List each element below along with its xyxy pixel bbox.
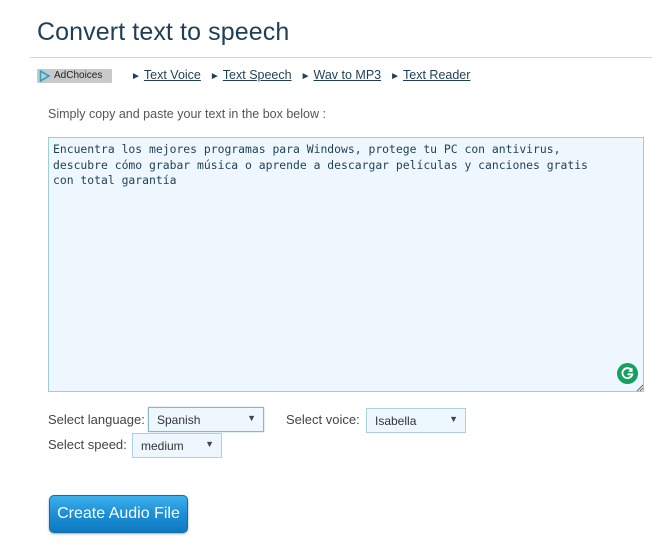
chevron-down-icon: ▼ — [449, 414, 458, 424]
instruction-text: Simply copy and paste your text in the b… — [48, 107, 326, 121]
adchoices-badge[interactable]: AdChoices — [37, 69, 112, 83]
link-label: Text Reader — [403, 68, 471, 82]
play-arrow-icon: ► — [390, 71, 401, 82]
link-text-speech[interactable]: ► Text Speech — [210, 68, 292, 82]
voice-value: Isabella — [375, 414, 417, 428]
voice-label: Select voice: — [286, 412, 360, 427]
play-arrow-icon: ► — [300, 71, 311, 82]
adchoices-icon — [39, 70, 50, 82]
language-label: Select language: — [48, 412, 145, 427]
language-value: Spanish — [157, 413, 201, 427]
play-arrow-icon: ► — [209, 71, 220, 82]
create-audio-file-button[interactable]: Create Audio File — [49, 495, 188, 533]
text-input[interactable] — [48, 137, 644, 392]
speed-select[interactable]: medium ▼ — [132, 433, 222, 458]
grammarly-icon — [621, 367, 634, 380]
chevron-down-icon: ▼ — [247, 413, 256, 423]
speed-label: Select speed: — [48, 437, 127, 452]
link-wav-to-mp3[interactable]: ► Wav to MP3 — [301, 68, 382, 82]
link-text-reader[interactable]: ► Text Reader — [390, 68, 470, 82]
link-label: Wav to MP3 — [313, 68, 382, 82]
link-text-voice[interactable]: ► Text Voice — [131, 68, 201, 82]
voice-select[interactable]: Isabella ▼ — [366, 408, 466, 433]
chevron-down-icon: ▼ — [205, 439, 214, 449]
page-title: Convert text to speech — [37, 18, 290, 46]
adchoices-label: AdChoices — [54, 70, 103, 81]
link-label: Text Speech — [222, 68, 292, 82]
resize-handle-icon[interactable] — [636, 384, 644, 392]
nav-links: ► Text Voice ► Text Speech ► Wav to MP3 ► Text … — [131, 68, 479, 82]
grammarly-button[interactable] — [617, 363, 638, 384]
play-arrow-icon: ► — [131, 71, 141, 82]
speed-value: medium — [141, 439, 184, 453]
link-label: Text Voice — [143, 68, 201, 82]
language-select[interactable]: Spanish ▼ — [148, 407, 264, 432]
title-divider — [30, 57, 652, 58]
